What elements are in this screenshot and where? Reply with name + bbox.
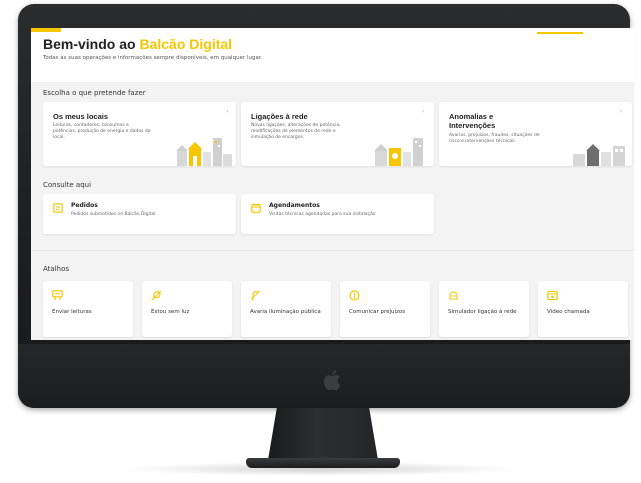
shortcut-label: Enviar leituras [52,309,92,315]
card-title: Anomalias e Intervenções [449,112,496,130]
card-description: Avarias, prejuízos, fraudes, situações d… [449,133,540,144]
shortcut-no-light[interactable]: Estou sem luz [142,281,232,337]
card-title: Pedidos [71,202,98,209]
card-title: Os meus locais [53,112,109,121]
calendar-icon [251,203,261,213]
document-icon [53,203,63,213]
shortcut-public-lighting-fault[interactable]: Avaria iluminação pública [241,281,331,337]
chevron-right-icon: › [422,108,425,115]
page-title-highlight: Balcão Digital [139,36,233,52]
plug-icon [449,291,458,300]
section-title-choose: Escolha o que pretende fazer [43,89,146,97]
card-requests[interactable]: Pedidos Pedidos submetidos no Balcão Dig… [43,194,236,234]
card-title: Agendamentos [269,202,320,209]
shortcut-video-call[interactable]: Vídeo chamada [538,281,628,337]
chevron-right-icon: › [620,108,623,115]
section-title-shortcuts: Atalhos [43,265,70,273]
card-description: Leituras, contadores, consumos e potênci… [53,123,151,140]
shortcut-report-damages[interactable]: Comunicar prejuízos [340,281,430,337]
coin-icon [349,290,360,301]
repair-illustration-icon [573,144,625,166]
divider [31,250,634,251]
grid-connection-illustration-icon [374,138,423,166]
shortcut-send-readings[interactable]: Enviar leituras [43,281,133,337]
apple-logo-icon [323,370,341,391]
page-title: Bem-vindo ao Balcão Digital [43,36,233,52]
streetlight-fault-icon [250,290,261,301]
card-description: Pedidos submetidos no Balcão Digital [71,212,156,217]
houses-illustration-icon [176,138,232,166]
imac-stand-neck [268,408,378,460]
shortcut-grid-connection-simulator[interactable]: Simulador ligação à rede [439,281,529,337]
card-appointments[interactable]: Agendamentos Visitas técnicas agendadas … [241,194,434,234]
accent-bar-right [537,32,583,34]
card-anomalies-interventions[interactable]: Anomalias e Intervenções Avarias, prejuí… [439,102,632,166]
video-call-icon [547,290,558,301]
card-description: Novas ligações, alterações de potência, … [251,123,341,140]
meter-icon [52,290,63,300]
shortcut-label: Simulador ligação à rede [448,309,517,315]
accent-bar [31,28,61,32]
imac-stand-base [246,458,400,468]
card-title: Ligações à rede [251,112,308,121]
card-description: Visitas técnicas agendadas para sua inst… [269,212,376,217]
card-my-locations[interactable]: Os meus locais Leituras, contadores, con… [43,102,236,166]
shortcut-label: Comunicar prejuízos [349,309,406,315]
shortcut-label: Estou sem luz [151,309,190,315]
shortcut-label: Vídeo chamada [547,309,590,315]
shortcut-label: Avaria iluminação pública [250,309,321,315]
screen: Bem-vindo ao Balcão Digital Todas as sua… [31,28,634,340]
no-light-icon [151,290,162,301]
chevron-right-icon: › [226,108,229,115]
section-title-consult: Consulte aqui [43,181,92,189]
page-subtitle: Todas as suas operações e informações se… [43,55,263,61]
card-grid-connections[interactable]: Ligações à rede Novas ligações, alteraçõ… [241,102,434,166]
